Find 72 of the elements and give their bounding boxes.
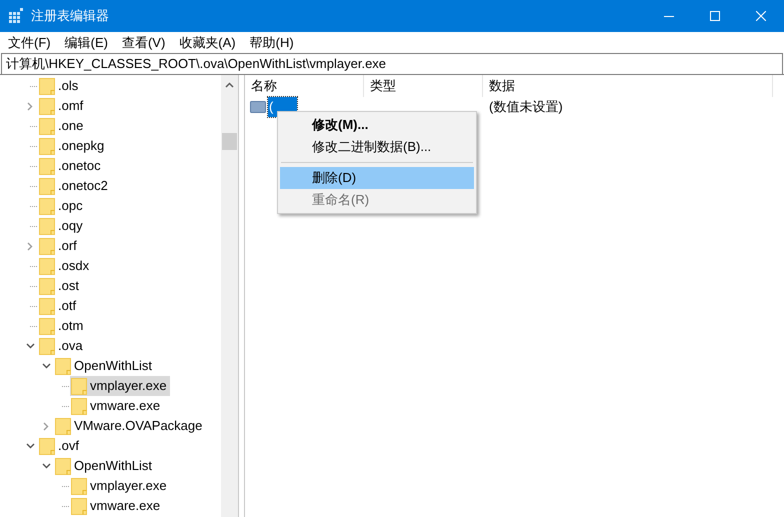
folder-icon	[55, 458, 71, 474]
folder-icon	[39, 258, 55, 274]
folder-icon	[39, 278, 55, 294]
folder-icon	[39, 98, 55, 114]
folder-icon	[39, 198, 55, 214]
tree-item[interactable]: .opc	[38, 196, 86, 216]
scrollbar[interactable]	[221, 75, 238, 517]
folder-icon	[55, 358, 71, 374]
tree-item[interactable]: VMware.OVAPackage	[54, 416, 206, 436]
menu-item[interactable]: 删除(D)	[280, 167, 474, 189]
folder-icon	[39, 158, 55, 174]
close-icon	[756, 11, 766, 21]
tree-item[interactable]: vmware.exe	[70, 496, 164, 516]
tree-item[interactable]: .onetoc2	[38, 176, 111, 196]
menu-item[interactable]: 收藏夹(A)	[172, 32, 243, 52]
folder-icon	[39, 138, 55, 154]
table-cell-text: (数值未设置)	[488, 98, 564, 116]
folder-icon	[71, 498, 87, 514]
expand-chevron-icon[interactable]	[43, 422, 49, 430]
folder-icon	[71, 378, 87, 394]
registry-editor-icon	[8, 8, 24, 24]
collapse-chevron-icon[interactable]	[26, 443, 34, 449]
folder-icon	[39, 318, 55, 334]
tree-item[interactable]: .ova	[38, 336, 86, 356]
folder-icon	[39, 178, 55, 194]
tree-item[interactable]: vmplayer.exe	[70, 376, 170, 396]
collapse-chevron-icon[interactable]	[42, 363, 50, 369]
folder-icon	[39, 238, 55, 254]
folder-icon	[39, 78, 55, 94]
menu-item[interactable]: 修改(M)...	[280, 114, 474, 136]
collapse-chevron-icon[interactable]	[42, 463, 50, 469]
tree-item[interactable]: OpenWithList	[54, 456, 156, 476]
folder-icon	[39, 298, 55, 314]
expand-chevron-icon[interactable]	[27, 102, 33, 110]
maximize-icon	[710, 11, 720, 21]
menu-item[interactable]: 文件(F)	[1, 32, 58, 52]
column-header[interactable]: 数据	[483, 75, 773, 97]
scroll-up-icon[interactable]	[225, 82, 234, 88]
tree-item[interactable]: .ost	[38, 276, 82, 296]
menu-item[interactable]: 查看(V)	[114, 32, 172, 52]
collapse-chevron-icon[interactable]	[26, 343, 34, 349]
column-header[interactable]: 类型	[364, 75, 483, 97]
folder-icon	[39, 338, 55, 354]
window-title: 注册表编辑器	[31, 7, 109, 26]
address-text: 计算机\HKEY_CLASSES_ROOT\.ova\OpenWithList\vmplayer.exe	[6, 55, 386, 74]
tree-item[interactable]: .omf	[38, 96, 86, 116]
scroll-thumb[interactable]	[222, 133, 237, 150]
folder-icon	[39, 218, 55, 234]
tree-item[interactable]: .osdx	[38, 256, 92, 276]
tree-item[interactable]: .orf	[38, 236, 80, 256]
tree-item[interactable]: OpenWithList	[54, 356, 156, 376]
menu-item[interactable]: 编辑(E)	[58, 32, 115, 52]
address-bar[interactable]: 计算机\HKEY_CLASSES_ROOT\.ova\OpenWithList\vmplayer.exe	[1, 53, 783, 75]
expand-chevron-icon[interactable]	[27, 242, 33, 250]
tree-item[interactable]: vmware.exe	[70, 396, 164, 416]
folder-icon	[71, 398, 87, 414]
string-value-icon	[250, 100, 266, 114]
tree-item[interactable]: .oqy	[38, 216, 86, 236]
tree-item[interactable]: .otf	[38, 296, 80, 316]
menu-item[interactable]: 修改二进制数据(B)...	[280, 136, 474, 158]
menu-item[interactable]: 帮助(H)	[242, 32, 301, 52]
folder-icon	[55, 418, 71, 434]
tree-item[interactable]: .ovf	[38, 436, 82, 456]
tree-item[interactable]: .ols	[38, 76, 82, 96]
folder-icon	[39, 438, 55, 454]
tree-item[interactable]: .otm	[38, 316, 86, 336]
folder-icon	[39, 118, 55, 134]
folder-icon	[71, 478, 87, 494]
tree-item[interactable]: vmplayer.exe	[70, 476, 170, 496]
tree-item[interactable]: .one	[38, 116, 86, 136]
tree-item[interactable]: .onetoc	[38, 156, 104, 176]
tree-item[interactable]: .onepkg	[38, 136, 108, 156]
